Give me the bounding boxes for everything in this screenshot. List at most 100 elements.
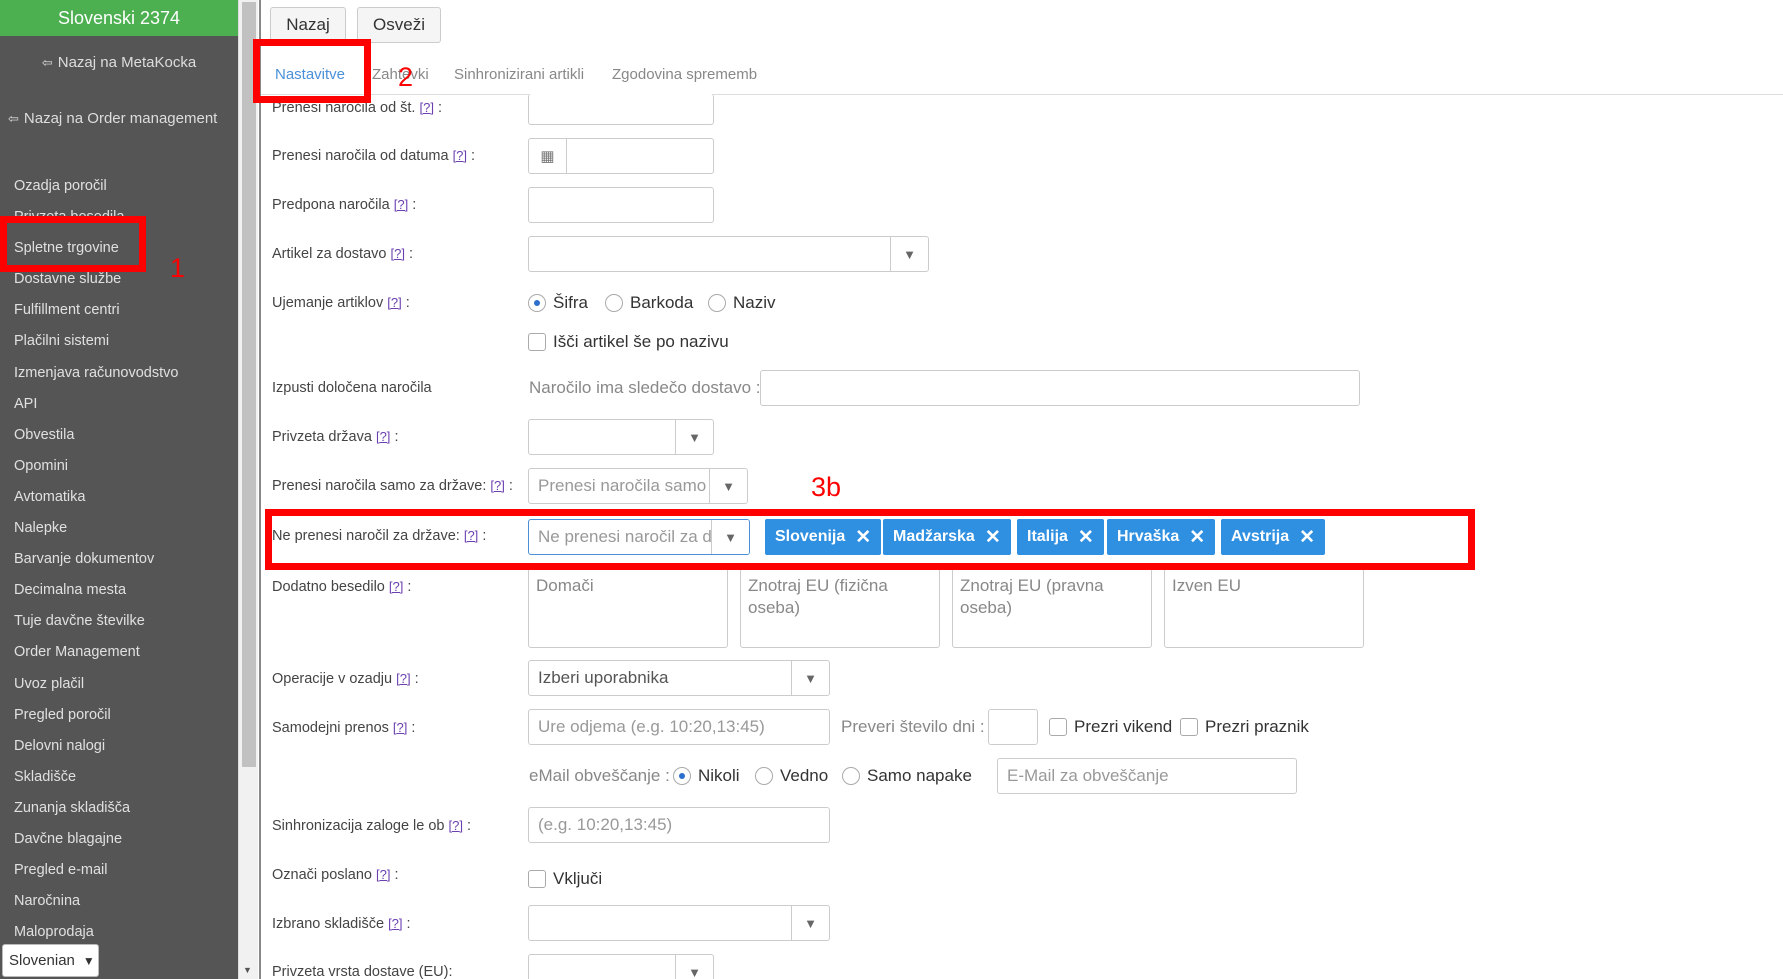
extra-text-non-eu[interactable]: Izven EU [1164, 568, 1364, 648]
sidebar-scrollbar[interactable]: ▼ [238, 0, 258, 979]
tab-change-history[interactable]: Zgodovina sprememb [612, 66, 757, 83]
sidebar-item[interactable]: Pregled e-mail [0, 855, 238, 886]
annotation-number-2: 2 [398, 62, 414, 92]
annotation-number-3b: 3b [811, 472, 842, 502]
notify-email-input[interactable]: E-Mail za obveščanje [997, 758, 1297, 794]
sidebar-item[interactable]: Decimalna mesta [0, 575, 238, 606]
sidebar-item[interactable]: Delovni nalogi [0, 731, 238, 762]
mark-sent-checkbox[interactable]: Vključi [528, 869, 602, 889]
chevron-down-icon: ▼ [675, 420, 713, 454]
extra-text-eu-person[interactable]: Znotraj EU (fizična oseba) [740, 568, 940, 648]
help-link[interactable]: [?] [376, 429, 390, 444]
back-button[interactable]: Nazaj [270, 7, 346, 43]
chevron-down-icon: ▼ [890, 237, 928, 271]
sidebar-item[interactable]: Izmenjava računovodstvo [0, 358, 238, 389]
company-title: Slovenski 2374 [0, 0, 238, 36]
help-link[interactable]: [?] [387, 295, 401, 310]
radio-dot [673, 767, 691, 785]
auto-transfer-hours-input[interactable]: Ure odjema (e.g. 10:20,13:45) [528, 709, 830, 745]
radio-label: Vedno [780, 766, 829, 785]
scrollbar-thumb[interactable] [242, 2, 256, 767]
order-prefix-input[interactable] [528, 187, 714, 223]
sidebar-item[interactable]: Barvanje dokumentov [0, 544, 238, 575]
back-to-metakocka-label: Nazaj na MetaKocka [57, 54, 197, 71]
skip-weekend-checkbox[interactable]: Prezri vikend [1049, 717, 1172, 737]
help-link[interactable]: [?] [490, 478, 504, 493]
sidebar-item[interactable]: Pregled poročil [0, 700, 238, 731]
radio-barcode[interactable]: Barkoda [605, 293, 693, 313]
sidebar-item[interactable]: Zunanja skladišča [0, 793, 238, 824]
sidebar-item[interactable]: Opomini [0, 451, 238, 482]
back-to-metakocka-link[interactable]: ⇦ Nazaj na MetaKocka [0, 54, 238, 71]
orders-from-date-input[interactable]: ▦ [528, 138, 714, 174]
help-link[interactable]: [?] [390, 246, 404, 261]
help-link[interactable]: [?] [376, 867, 390, 882]
scroll-down-icon[interactable]: ▼ [243, 965, 252, 975]
warehouse-select[interactable]: ▼ [528, 905, 830, 941]
help-link[interactable]: [?] [388, 916, 402, 931]
delivery-type-eu-select[interactable]: ▼ [528, 954, 714, 979]
stock-sync-input[interactable]: (e.g. 10:20,13:45) [528, 807, 830, 843]
extra-text-eu-company[interactable]: Znotraj EU (pravna oseba) [952, 568, 1152, 648]
item-matching-label: Ujemanje artiklov [?] : [272, 295, 410, 311]
sidebar-item[interactable]: Obvestila [0, 420, 238, 451]
label-text: Izbrano skladišče [272, 916, 385, 932]
calendar-icon[interactable]: ▦ [529, 139, 567, 173]
search-by-name-checkbox[interactable]: Išči artikel še po nazivu [528, 332, 729, 352]
tab-synced-items[interactable]: Sinhronizirani artikli [454, 66, 584, 83]
help-link[interactable]: [?] [396, 671, 410, 686]
delivery-item-select[interactable]: ▼ [528, 236, 929, 272]
orders-from-number-input[interactable] [528, 94, 714, 125]
sidebar-item[interactable]: Avtomatika [0, 482, 238, 513]
radio-always[interactable]: Vedno [755, 766, 828, 786]
default-country-select[interactable]: ▼ [528, 419, 714, 455]
radio-dot [528, 294, 546, 312]
order-prefix-label: Predpona naročila [?] : [272, 197, 417, 213]
skip-orders-delivery-input[interactable] [760, 370, 1360, 406]
label-text: Privzeta država [272, 429, 372, 445]
help-link[interactable]: [?] [453, 148, 467, 163]
radio-errors-only[interactable]: Samo napake [842, 766, 972, 786]
only-countries-select[interactable]: Prenesi naročila samo za ▼ [528, 468, 748, 504]
sidebar-item[interactable]: Naročnina [0, 886, 238, 917]
label-text: Dodatno besedilo [272, 579, 385, 595]
sidebar-item[interactable]: Ozadja poročil [0, 171, 238, 202]
checkbox-box [528, 333, 546, 351]
sidebar-item[interactable]: API [0, 389, 238, 420]
skip-holiday-checkbox[interactable]: Prezri praznik [1180, 717, 1309, 737]
select-value: Izberi uporabnika [538, 668, 669, 687]
check-days-input[interactable] [988, 709, 1038, 745]
extra-text-label: Dodatno besedilo [?] : [272, 579, 412, 595]
help-link[interactable]: [?] [420, 100, 434, 115]
label-text: Samodejni prenos [272, 720, 389, 736]
sidebar-item[interactable]: Tuje davčne številke [0, 606, 238, 637]
radio-code[interactable]: Šifra [528, 293, 588, 313]
warehouse-label: Izbrano skladišče [?] : [272, 916, 411, 932]
sidebar-item[interactable]: Davčne blagajne [0, 824, 238, 855]
sidebar-item[interactable]: Plačilni sistemi [0, 326, 238, 357]
check-days-label: Preveri število dni : [841, 717, 985, 736]
radio-never[interactable]: Nikoli [673, 766, 740, 786]
sidebar-item[interactable]: Order Management [0, 637, 238, 668]
sidebar-item[interactable]: Fulfillment centri [0, 295, 238, 326]
back-to-order-management-link[interactable]: ⇦ Nazaj na Order management [8, 110, 238, 127]
sign-out-icon: ⇦ [8, 110, 19, 126]
auto-transfer-label: Samodejni prenos [?] : [272, 720, 416, 736]
refresh-button[interactable]: Osveži [357, 7, 441, 43]
help-link[interactable]: [?] [449, 818, 463, 833]
radio-name[interactable]: Naziv [708, 293, 776, 313]
label-text: Predpona naročila [272, 197, 390, 213]
help-link[interactable]: [?] [389, 579, 403, 594]
delivery-type-eu-label: Privzeta vrsta dostave (EU): [272, 964, 453, 979]
extra-text-domestic[interactable]: Domači [528, 568, 728, 648]
chevron-down-icon: ▼ [791, 661, 829, 695]
help-link[interactable]: [?] [393, 720, 407, 735]
sidebar-item[interactable]: Skladišče [0, 762, 238, 793]
sidebar-item[interactable]: Uvoz plačil [0, 669, 238, 700]
help-link[interactable]: [?] [394, 197, 408, 212]
background-ops-select[interactable]: Izberi uporabnika ▼ [528, 660, 830, 696]
language-select[interactable]: Slovenian ▼ [2, 944, 99, 977]
sidebar-item[interactable]: Nalepke [0, 513, 238, 544]
orders-from-date-label: Prenesi naročila od datuma [?] : [272, 148, 476, 164]
skip-orders-label: Izpusti določena naročila [272, 380, 432, 396]
